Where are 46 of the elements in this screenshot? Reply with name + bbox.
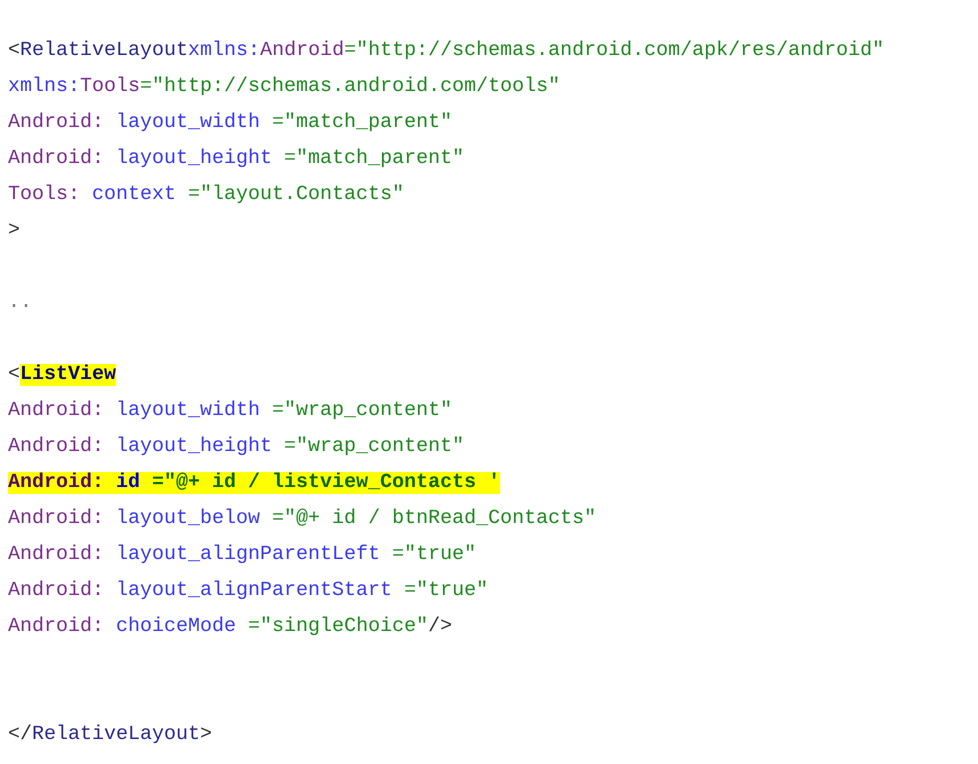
attribute-value: ="@+ id / btnRead_Contacts" bbox=[271, 508, 596, 530]
attribute-value: ="singleChoice" bbox=[247, 616, 428, 638]
ellipsis-text: .. bbox=[8, 292, 32, 314]
code-punctuation: > bbox=[8, 220, 20, 242]
namespace-prefix: Android: bbox=[8, 148, 104, 170]
code-punctuation: /> bbox=[428, 616, 452, 638]
namespace-prefix: Android: bbox=[8, 508, 104, 530]
namespace-prefix: Android: bbox=[8, 436, 104, 458]
attribute-name: layout_alignParentLeft bbox=[115, 544, 380, 566]
attribute-name: id bbox=[104, 472, 140, 494]
code-punctuation: > bbox=[200, 724, 212, 746]
attribute-name: layout_alignParentStart bbox=[115, 580, 392, 602]
namespace-prefix: Tools bbox=[80, 76, 140, 98]
namespace-prefix: Android: bbox=[8, 112, 104, 134]
attribute-value: ="true" bbox=[391, 544, 476, 566]
attribute-name: xmlns: bbox=[8, 76, 80, 98]
attribute-name: layout_below bbox=[115, 508, 260, 530]
namespace-prefix: Android bbox=[260, 40, 344, 62]
attribute-value: ="wrap_content" bbox=[271, 400, 452, 422]
namespace-prefix: Android: bbox=[8, 400, 104, 422]
namespace-prefix: Android: bbox=[8, 580, 104, 602]
namespace-prefix: Tools: bbox=[8, 184, 80, 206]
attribute-value: ="match_parent" bbox=[271, 112, 452, 134]
attribute-name: xmlns: bbox=[188, 40, 260, 62]
attribute-value: ="true" bbox=[403, 580, 488, 602]
attribute-name: choiceMode bbox=[115, 616, 236, 638]
xml-tag-name: RelativeLayout bbox=[20, 40, 188, 62]
namespace-prefix: Android: bbox=[8, 472, 104, 494]
attribute-name: layout_width bbox=[115, 400, 260, 422]
attribute-value: ="http://schemas.android.com/tools" bbox=[140, 76, 560, 98]
attribute-value: ="layout.Contacts" bbox=[187, 184, 404, 206]
xml-tag-name: RelativeLayout bbox=[32, 724, 200, 746]
xml-tag-name: ListView bbox=[20, 364, 116, 386]
attribute-name: layout_width bbox=[115, 112, 260, 134]
attribute-value: ="wrap_content" bbox=[283, 436, 464, 458]
attribute-value: ="match_parent" bbox=[283, 148, 464, 170]
code-punctuation: < bbox=[8, 364, 20, 386]
attribute-name: layout_height bbox=[115, 436, 272, 458]
code-punctuation: </ bbox=[8, 724, 32, 746]
code-punctuation: < bbox=[8, 40, 20, 62]
attribute-value: ="@+ id / listview_Contacts ' bbox=[140, 472, 500, 494]
attribute-name: layout_height bbox=[115, 148, 272, 170]
attribute-value: ="http://schemas.android.com/apk/res/android" bbox=[344, 40, 884, 62]
namespace-prefix: Android: bbox=[8, 544, 104, 566]
namespace-prefix: Android: bbox=[8, 616, 104, 638]
attribute-name: context bbox=[91, 184, 176, 206]
